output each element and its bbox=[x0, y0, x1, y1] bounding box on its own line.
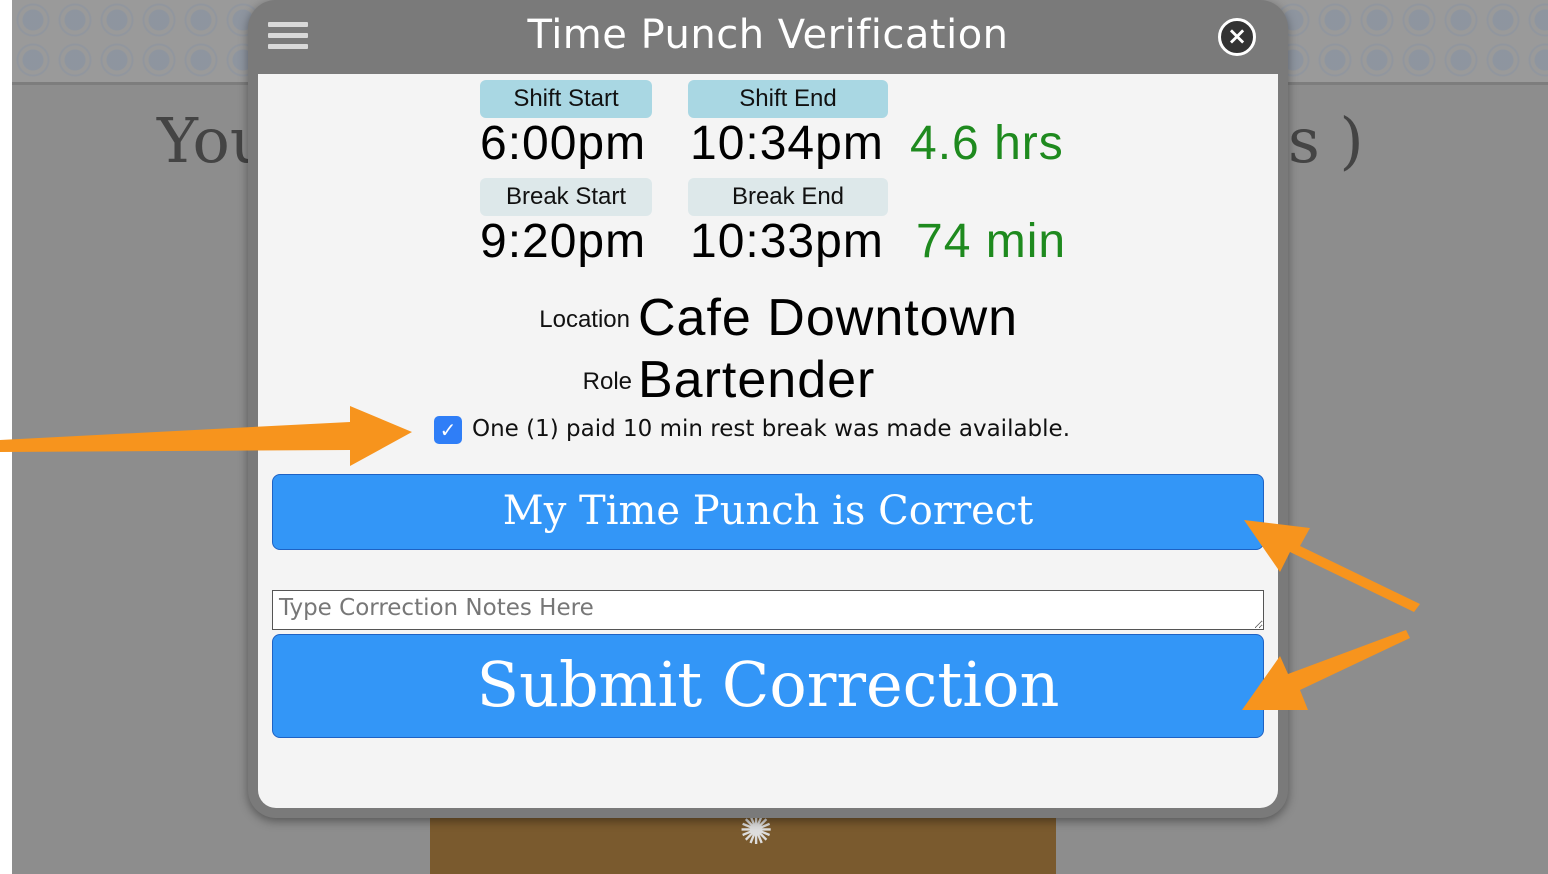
close-icon: × bbox=[1226, 22, 1248, 50]
location-label: Location bbox=[539, 306, 630, 333]
shift-end-time: 10:34pm bbox=[690, 117, 884, 170]
break-start-label: Break Start bbox=[480, 178, 652, 216]
background-heading-fragment-end: s ) bbox=[1288, 104, 1364, 177]
shift-start-label: Shift Start bbox=[480, 80, 652, 118]
shift-start-time: 6:00pm bbox=[480, 117, 647, 170]
location-value: Cafe Downtown bbox=[638, 289, 1019, 347]
modal-header: Time Punch Verification × bbox=[248, 0, 1288, 74]
correction-notes-input[interactable] bbox=[272, 590, 1264, 630]
modal-body: Shift Start Shift End 6:00pm 10:34pm 4.6… bbox=[258, 74, 1278, 808]
close-button[interactable]: × bbox=[1218, 18, 1256, 56]
confirm-time-punch-button[interactable]: My Time Punch is Correct bbox=[272, 474, 1264, 550]
role-label: Role bbox=[582, 368, 632, 395]
checkmark-icon: ✓ bbox=[439, 418, 457, 442]
shift-end-label: Shift End bbox=[688, 80, 888, 118]
rest-break-checkbox[interactable]: ✓ bbox=[434, 416, 462, 444]
role-value: Bartender bbox=[638, 351, 876, 409]
rest-break-statement: One (1) paid 10 min rest break was made … bbox=[472, 416, 1071, 442]
modal-title: Time Punch Verification bbox=[527, 12, 1009, 58]
break-end-time: 10:33pm bbox=[690, 215, 884, 268]
shift-duration: 4.6 hrs bbox=[910, 117, 1064, 170]
break-start-time: 9:20pm bbox=[480, 215, 647, 268]
break-end-label: Break End bbox=[688, 178, 888, 216]
submit-correction-button[interactable]: Submit Correction bbox=[272, 634, 1264, 738]
time-punch-modal: Time Punch Verification × Shift Start Sh… bbox=[248, 0, 1288, 818]
break-duration: 74 min bbox=[916, 215, 1067, 268]
